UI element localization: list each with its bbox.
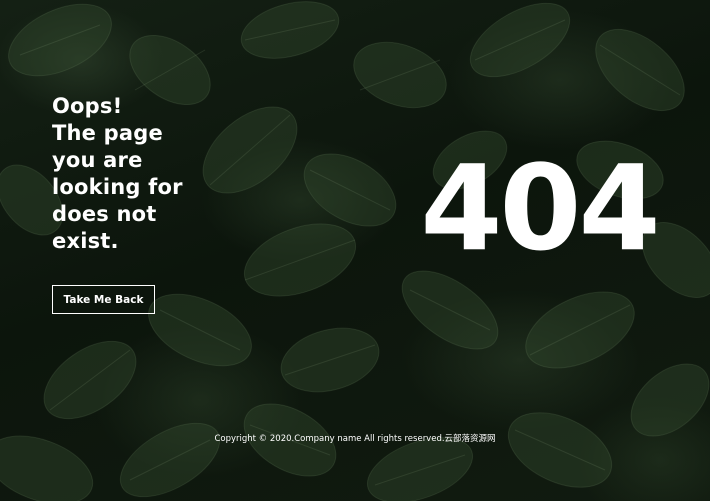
error-code: 404 [420, 139, 660, 277]
error-page: Oops! The page you are looking for does … [0, 0, 710, 501]
take-me-back-button[interactable]: Take Me Back [52, 285, 155, 314]
error-message: Oops! The page you are looking for does … [52, 94, 183, 253]
footer-copyright: Copyright © 2020.Company name All rights… [214, 434, 496, 444]
